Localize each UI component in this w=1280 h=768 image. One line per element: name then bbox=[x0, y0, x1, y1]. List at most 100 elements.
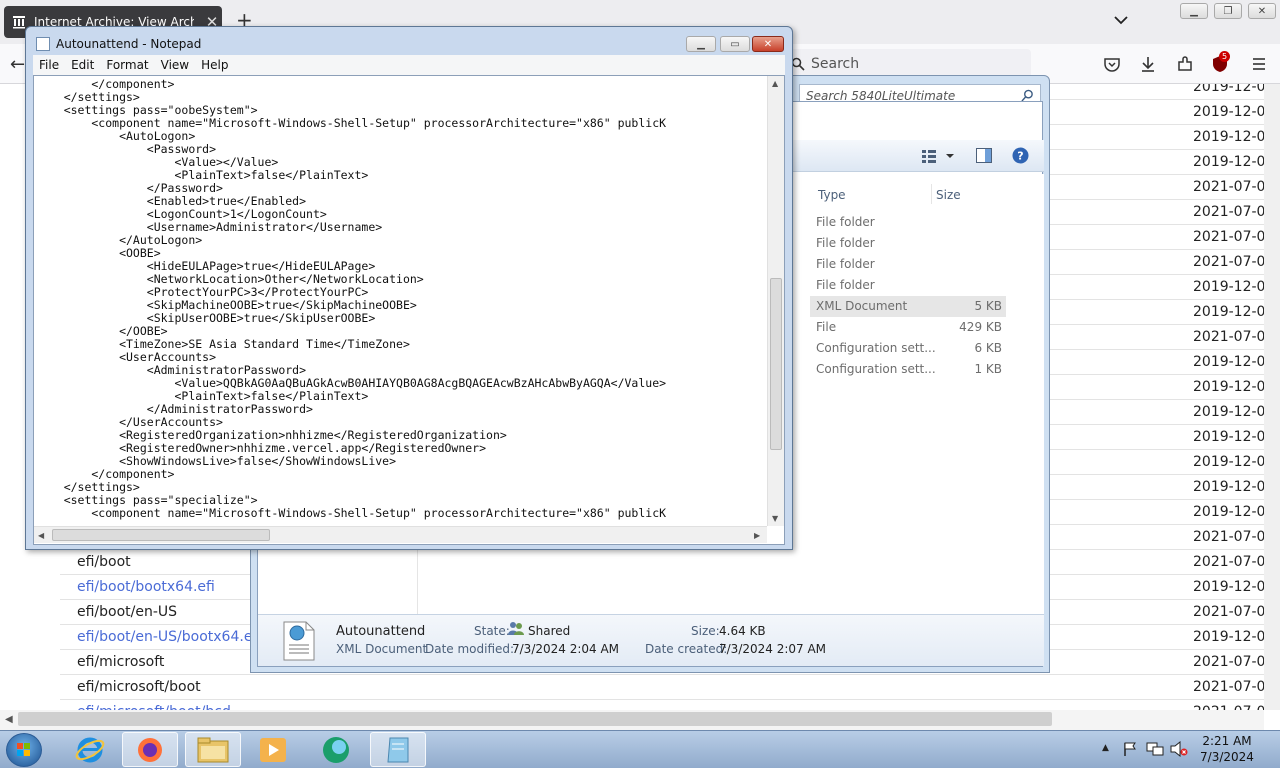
archive-folder-name: efi/microsoft bbox=[77, 654, 165, 670]
view-options-icon[interactable] bbox=[922, 149, 954, 167]
archive-date: 2019-12-07 bbox=[1193, 479, 1275, 495]
notepad-vertical-thumb[interactable] bbox=[770, 278, 782, 450]
details-modified-value: 7/3/2024 2:04 AM bbox=[512, 642, 620, 656]
details-pane: Autounattend XML Document State: Shared … bbox=[258, 614, 1044, 666]
notepad-menubar: File Edit Format View Help bbox=[33, 55, 785, 75]
archive-date: 2021-07-01 bbox=[1193, 254, 1275, 270]
menu-file[interactable]: File bbox=[33, 58, 65, 72]
media-player-icon[interactable] bbox=[245, 732, 301, 767]
back-arrow-icon[interactable]: ← bbox=[10, 54, 25, 75]
archive-date: 2019-12-07 bbox=[1193, 429, 1275, 445]
file-row[interactable]: File folder bbox=[810, 212, 1006, 233]
details-state-value: Shared bbox=[528, 624, 571, 638]
explorer-taskbar-icon[interactable] bbox=[185, 732, 241, 767]
xml-file-icon bbox=[282, 621, 316, 665]
notepad-vertical-scrollbar[interactable]: ▲ ▼ bbox=[767, 76, 784, 526]
file-type: File folder bbox=[816, 278, 875, 292]
details-created-label: Date created: bbox=[645, 642, 728, 656]
menu-help[interactable]: Help bbox=[195, 58, 234, 72]
page-horizontal-scrollbar[interactable]: ◀ bbox=[0, 710, 1264, 730]
archive-row: efi/microsoft/boot 2021-07-01 bbox=[60, 675, 1274, 700]
taskbar: ▲ 2:21 AM 7/3/2024 bbox=[0, 730, 1280, 768]
archive-folder-name: efi/boot bbox=[77, 554, 131, 570]
browser-restore-button[interactable]: ❐ bbox=[1214, 3, 1242, 19]
archive-date: 2019-12-07 bbox=[1193, 379, 1275, 395]
help-icon[interactable]: ? bbox=[1012, 147, 1029, 168]
file-list: Type Size File folder File folder File fol… bbox=[798, 174, 1044, 614]
notepad-icon bbox=[36, 37, 50, 51]
scroll-left-icon[interactable]: ◀ bbox=[5, 714, 13, 725]
file-size: 429 KB bbox=[959, 320, 1002, 334]
details-modified-label: Date modified: bbox=[425, 642, 515, 656]
desktop: Internet Archive: View Archive ✕ + ▁ ❐ ✕… bbox=[0, 0, 1280, 768]
file-row[interactable]: File folder bbox=[810, 233, 1006, 254]
menu-edit[interactable]: Edit bbox=[65, 58, 100, 72]
show-hidden-icons[interactable]: ▲ bbox=[1102, 743, 1109, 753]
page-scroll-thumb[interactable] bbox=[18, 712, 1052, 726]
archive-folder-name: efi/microsoft/boot bbox=[77, 679, 201, 695]
volume-muted-icon[interactable] bbox=[1170, 740, 1188, 761]
details-file-name: Autounattend bbox=[336, 624, 426, 639]
browser-search-placeholder: Search bbox=[811, 56, 860, 72]
scroll-up-icon[interactable]: ▲ bbox=[772, 79, 778, 88]
firefox-taskbar-icon[interactable] bbox=[122, 732, 178, 767]
archive-row: efi/microsoft/boot/bcd2021-07-01 bbox=[60, 700, 1274, 710]
archive-date: 2019-12-07 bbox=[1193, 504, 1275, 520]
notepad-title: Autounattend - Notepad bbox=[56, 37, 202, 51]
file-row[interactable]: File folder bbox=[810, 254, 1006, 275]
app-taskbar-icon[interactable] bbox=[308, 732, 364, 767]
file-type: File folder bbox=[816, 257, 875, 271]
archive-date: 2021-07-01 bbox=[1193, 204, 1275, 220]
notepad-minimize-button[interactable]: ▁ bbox=[686, 36, 716, 52]
file-type: Configuration sett... bbox=[816, 341, 936, 355]
internet-explorer-icon[interactable] bbox=[62, 732, 118, 767]
notepad-horizontal-scrollbar[interactable]: ◀ ▶ bbox=[34, 526, 767, 543]
file-size: 1 KB bbox=[974, 362, 1002, 376]
archive-date: 2021-07-01 bbox=[1193, 529, 1275, 545]
scroll-right-icon[interactable]: ▶ bbox=[754, 531, 760, 540]
start-button[interactable] bbox=[6, 733, 42, 767]
page-vertical-scrollbar[interactable] bbox=[1264, 84, 1280, 710]
file-row[interactable]: XML Document 5 KB bbox=[810, 296, 1006, 317]
action-center-icon[interactable] bbox=[1122, 741, 1138, 761]
archive-file-link[interactable]: efi/boot/bootx64.efi bbox=[77, 579, 215, 595]
notepad-close-button[interactable]: ✕ bbox=[752, 36, 784, 52]
notepad-editor[interactable]: </component> </settings> <settings pass=… bbox=[33, 75, 785, 545]
file-row[interactable]: File folder bbox=[810, 275, 1006, 296]
file-type: File bbox=[816, 320, 837, 334]
menu-view[interactable]: View bbox=[155, 58, 195, 72]
browser-minimize-button[interactable]: ▁ bbox=[1180, 3, 1208, 19]
file-row[interactable]: Configuration sett... 6 KB bbox=[810, 338, 1006, 359]
clock[interactable]: 2:21 AM 7/3/2024 bbox=[1192, 733, 1262, 765]
extensions-icon[interactable] bbox=[1176, 55, 1194, 73]
notepad-maximize-button[interactable]: ▭ bbox=[720, 36, 750, 52]
file-type: File folder bbox=[816, 215, 875, 229]
archive-date: 2019-12-07 bbox=[1193, 279, 1275, 295]
column-header-type[interactable]: Type bbox=[818, 188, 846, 202]
pocket-icon[interactable] bbox=[1103, 55, 1121, 73]
notepad-taskbar-icon[interactable] bbox=[370, 732, 426, 767]
file-type: XML Document bbox=[816, 299, 908, 313]
details-size-value: 4.64 KB bbox=[719, 624, 766, 638]
shared-users-icon bbox=[508, 620, 524, 640]
archive-date: 2019-12-07 bbox=[1193, 304, 1275, 320]
details-file-kind: XML Document bbox=[336, 642, 428, 656]
network-icon[interactable] bbox=[1146, 741, 1164, 761]
details-size-label: Size: bbox=[691, 624, 720, 638]
preview-pane-icon[interactable] bbox=[976, 148, 992, 167]
file-row[interactable]: Configuration sett... 1 KB bbox=[810, 359, 1006, 380]
search-icon bbox=[791, 57, 805, 71]
column-header-size[interactable]: Size bbox=[936, 188, 961, 202]
file-row[interactable]: File 429 KB bbox=[810, 317, 1006, 338]
scroll-down-icon[interactable]: ▼ bbox=[772, 514, 778, 523]
archive-date: 2019-12-07 bbox=[1193, 154, 1275, 170]
notepad-text-area[interactable]: </component> </settings> <settings pass=… bbox=[36, 78, 766, 524]
scroll-left-icon[interactable]: ◀ bbox=[38, 531, 44, 540]
notepad-content[interactable]: </component> </settings> <settings pass=… bbox=[36, 78, 766, 520]
chevron-down-icon[interactable] bbox=[1112, 11, 1130, 29]
menu-icon[interactable] bbox=[1250, 55, 1268, 73]
notepad-horizontal-thumb[interactable] bbox=[52, 529, 270, 541]
browser-close-button[interactable]: ✕ bbox=[1248, 3, 1276, 19]
menu-format[interactable]: Format bbox=[100, 58, 154, 72]
downloads-icon[interactable] bbox=[1139, 55, 1157, 73]
